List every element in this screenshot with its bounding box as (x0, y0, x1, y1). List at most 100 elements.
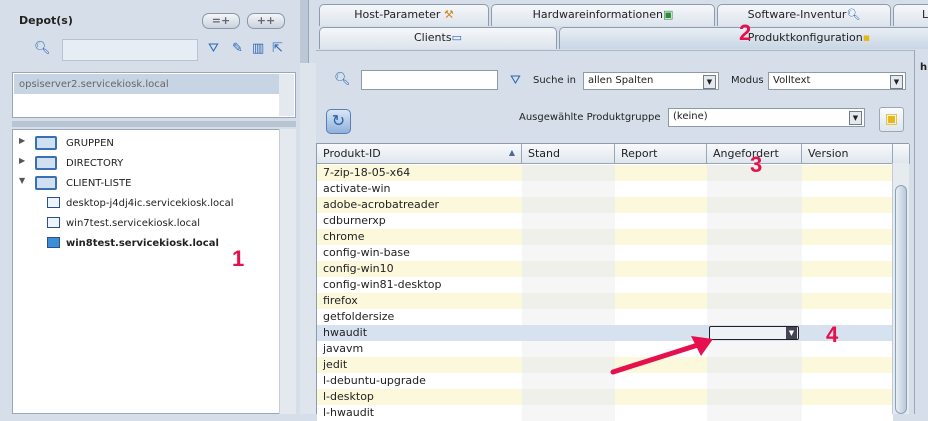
table-cell[interactable] (522, 165, 615, 181)
table-row[interactable]: getfoldersize (317, 309, 893, 325)
table-row[interactable]: adobe-acrobatreader (317, 197, 893, 213)
scrollbar-thumb[interactable] (895, 185, 907, 414)
tree-scrollbar[interactable] (279, 129, 296, 414)
table-cell[interactable] (522, 405, 615, 421)
product-id-cell[interactable]: firefox (317, 293, 522, 309)
product-id-cell[interactable]: cdburnerxp (317, 213, 522, 229)
table-row[interactable]: config-win81-desktop (317, 277, 893, 293)
table-cell[interactable] (522, 181, 615, 197)
depot-config-icon[interactable]: ▥ (252, 41, 264, 56)
table-cell[interactable] (615, 197, 707, 213)
table-cell[interactable] (522, 357, 615, 373)
table-cell[interactable] (615, 309, 707, 325)
table-cell[interactable] (707, 181, 802, 197)
product-id-cell[interactable]: l-desktop (317, 389, 522, 405)
tab-hardwareinformationen[interactable]: Hardwareinformationen▣ (491, 4, 715, 26)
tab-more[interactable]: L (893, 4, 928, 26)
modus-select[interactable]: Volltext ▼ (768, 72, 906, 90)
table-row[interactable]: 7-zip-18-05-x64 (317, 165, 893, 181)
product-id-cell[interactable]: jedit (317, 357, 522, 373)
depot-select-button[interactable]: =+ (202, 13, 240, 29)
table-cell[interactable] (802, 213, 893, 229)
table-cell[interactable] (707, 229, 802, 245)
product-id-cell[interactable]: hwaudit (317, 325, 522, 341)
table-cell[interactable] (615, 277, 707, 293)
column-header-version[interactable]: Version (802, 144, 893, 164)
table-cell[interactable] (802, 373, 893, 389)
tools-icon[interactable]: ✎ (232, 41, 243, 56)
table-row[interactable]: activate-win (317, 181, 893, 197)
table-cell[interactable] (802, 405, 893, 421)
table-row[interactable]: cdburnerxp (317, 213, 893, 229)
table-cell[interactable] (615, 245, 707, 261)
table-cell[interactable] (707, 213, 802, 229)
depot-add-button[interactable]: ++ (247, 13, 285, 29)
table-cell[interactable] (802, 229, 893, 245)
product-id-cell[interactable]: l-hwaudit (317, 405, 522, 421)
product-id-cell[interactable]: getfoldersize (317, 309, 522, 325)
table-cell[interactable] (802, 309, 893, 325)
table-cell[interactable] (522, 213, 615, 229)
table-cell[interactable] (707, 405, 802, 421)
table-cell[interactable] (707, 309, 802, 325)
product-id-cell[interactable]: chrome (317, 229, 522, 245)
filter-icon[interactable]: ⛛ (510, 73, 521, 88)
table-cell[interactable] (707, 197, 802, 213)
tree-item-client[interactable]: win7test.servicekiosk.local (13, 216, 273, 234)
column-header-produkt-id[interactable]: Produkt-ID ▲ (317, 144, 522, 164)
table-row[interactable]: l-desktop (317, 389, 893, 405)
column-header-stand[interactable]: Stand (522, 144, 615, 164)
table-row[interactable]: config-win-base (317, 245, 893, 261)
table-cell[interactable] (615, 405, 707, 421)
table-cell[interactable] (522, 245, 615, 261)
depot-search-input[interactable] (62, 39, 198, 61)
column-header-report[interactable]: Report (615, 144, 707, 164)
table-cell[interactable] (522, 309, 615, 325)
filter-icon[interactable]: ⛛ (208, 41, 219, 56)
table-cell[interactable] (802, 165, 893, 181)
package-group-button[interactable]: ▣ (879, 107, 904, 132)
table-cell[interactable] (802, 357, 893, 373)
table-cell[interactable] (522, 341, 615, 357)
table-cell[interactable] (615, 261, 707, 277)
table-cell[interactable] (802, 325, 893, 341)
product-id-cell[interactable]: l-debuntu-upgrade (317, 373, 522, 389)
depot-scrollbar[interactable] (279, 74, 294, 116)
table-cell[interactable] (802, 261, 893, 277)
table-cell[interactable] (522, 389, 615, 405)
tree-item-directory[interactable]: ▶ DIRECTORY (13, 156, 273, 174)
collapse-arrow-icon[interactable]: ▼ (19, 176, 25, 185)
table-cell[interactable] (615, 165, 707, 181)
suche-in-select[interactable]: allen Spalten ▼ (583, 72, 719, 90)
product-id-cell[interactable]: config-win81-desktop (317, 277, 522, 293)
table-cell[interactable] (522, 293, 615, 309)
expand-arrow-icon[interactable]: ▶ (19, 136, 25, 145)
table-cell[interactable] (615, 229, 707, 245)
table-cell[interactable] (802, 389, 893, 405)
tree-item-client[interactable]: desktop-j4dj4ic.servicekiosk.local (13, 196, 273, 214)
tree-item-client-liste[interactable]: ▼ CLIENT-LISTE (13, 176, 273, 194)
table-cell[interactable] (615, 293, 707, 309)
product-id-cell[interactable]: javavm (317, 341, 522, 357)
product-id-cell[interactable]: adobe-acrobatreader (317, 197, 522, 213)
product-id-cell[interactable]: config-win-base (317, 245, 522, 261)
table-cell[interactable] (802, 341, 893, 357)
table-cell[interactable] (707, 261, 802, 277)
tab-host-parameter[interactable]: Host-Parameter ⚒ (319, 4, 489, 26)
table-cell[interactable] (522, 277, 615, 293)
table-cell[interactable] (522, 373, 615, 389)
table-row[interactable]: firefox (317, 293, 893, 309)
content-scrollbar[interactable] (300, 63, 316, 414)
table-row[interactable]: config-win10 (317, 261, 893, 277)
table-cell[interactable] (707, 389, 802, 405)
table-cell[interactable] (522, 229, 615, 245)
product-search-input[interactable] (361, 70, 498, 90)
table-row[interactable]: l-hwaudit (317, 405, 893, 421)
product-id-cell[interactable]: 7-zip-18-05-x64 (317, 165, 522, 181)
product-id-cell[interactable]: activate-win (317, 181, 522, 197)
expand-arrow-icon[interactable]: ▶ (19, 156, 25, 165)
table-row[interactable]: chrome (317, 229, 893, 245)
select-icon[interactable]: ⇱ (272, 41, 283, 56)
table-cell[interactable] (522, 261, 615, 277)
depot-list-item[interactable]: opsiserver2.servicekiosk.local (14, 74, 280, 94)
